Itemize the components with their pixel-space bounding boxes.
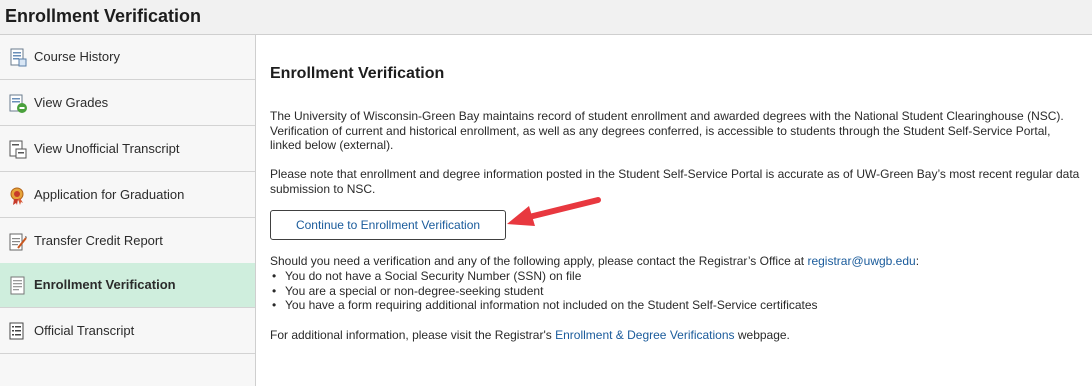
sidebar-item-unofficial-transcript[interactable]: View Unofficial Transcript: [0, 127, 255, 172]
sidebar-item-label: Enrollment Verification: [34, 277, 176, 292]
page-header-title: Enrollment Verification: [5, 6, 202, 26]
contact-text: Should you need a verification and any o…: [270, 254, 808, 268]
sidebar-item-label: View Unofficial Transcript: [34, 141, 180, 156]
sidebar-item-course-history[interactable]: Course History: [0, 35, 255, 80]
sidebar-item-label: Transfer Credit Report: [34, 233, 163, 248]
sidebar-item-label: Course History: [34, 49, 120, 64]
enrollment-degree-verifications-link[interactable]: Enrollment & Degree Verifications: [555, 328, 734, 342]
sidebar-item-official-transcript[interactable]: Official Transcript: [0, 309, 255, 354]
annotation-arrow-icon: [507, 197, 601, 226]
sidebar-item-label: Application for Graduation: [34, 187, 185, 202]
graduation-ribbon-icon: [10, 187, 24, 205]
conditions-list: You do not have a Social Security Number…: [270, 269, 1070, 313]
registrar-email-link[interactable]: registrar@uwgb.edu: [807, 254, 915, 268]
sidebar-item-view-grades[interactable]: View Grades: [0, 81, 255, 126]
title-bar: Enrollment Verification: [0, 0, 1092, 35]
additional-info-suffix: webpage.: [734, 328, 790, 342]
additional-info-paragraph: For additional information, please visit…: [270, 328, 1080, 343]
course-history-icon: [10, 48, 27, 67]
list-item: You are a special or non-degree-seeking …: [270, 284, 1070, 299]
sidebar: Course History View Grades View Unoffici…: [0, 35, 256, 386]
sidebar-item-enrollment-verification[interactable]: Enrollment Verification: [0, 263, 255, 308]
contact-suffix: :: [915, 254, 920, 268]
sidebar-item-transfer-credit-report[interactable]: Transfer Credit Report: [0, 219, 255, 264]
intro-paragraph: The University of Wisconsin-Green Bay ma…: [270, 109, 1064, 152]
additional-info-text: For additional information, please visit…: [270, 328, 556, 342]
main-content: Enrollment Verification The University o…: [256, 35, 1092, 386]
page-title: Enrollment Verification: [270, 65, 445, 82]
list-item: You have a form requiring additional inf…: [270, 298, 1070, 313]
official-transcript-icon: [9, 322, 24, 340]
enrollment-icon: [10, 276, 25, 295]
sidebar-item-application-for-graduation[interactable]: Application for Graduation: [0, 173, 255, 218]
sidebar-item-label: Official Transcript: [34, 323, 135, 338]
transfer-report-icon: [9, 233, 27, 251]
list-item: You do not have a Social Security Number…: [270, 269, 1070, 284]
sidebar-item-label: View Grades: [34, 95, 109, 110]
transcript-icon: [9, 140, 27, 159]
accuracy-note-paragraph: Please note that enrollment and degree i…: [270, 167, 1080, 196]
continue-to-enrollment-verification-button[interactable]: Continue to Enrollment Verification: [270, 210, 506, 240]
contact-paragraph: Should you need a verification and any o…: [270, 254, 1080, 269]
grades-icon: [9, 94, 27, 113]
